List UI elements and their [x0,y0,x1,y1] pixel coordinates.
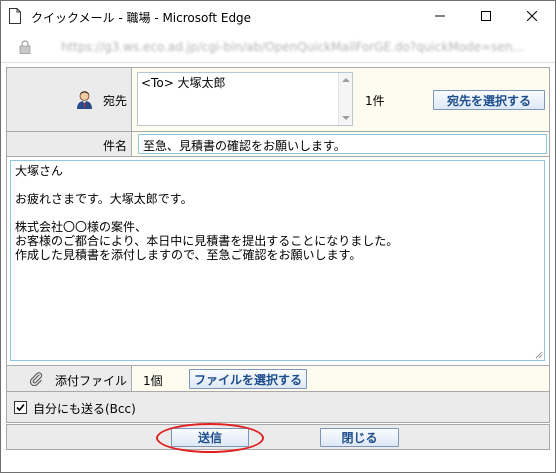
address-bar[interactable]: https://g3.ws.eco.ad.jp/cgi-bin/ab/OpenQ… [1,31,555,63]
footer-bar: 送信 閉じる [6,424,550,450]
url-text[interactable]: https://g3.ws.eco.ad.jp/cgi-bin/ab/OpenQ… [61,40,541,54]
select-file-button[interactable]: ファイルを選択する [189,369,307,389]
message-body-line: 大塚さん [15,164,64,178]
title-bar: クイックメール - 職場 - Microsoft Edge [1,1,555,31]
quick-mail-form: 宛先 <To> 大塚太郎 1件 宛先を選択する 件名 至急、見積書の確認をお願い… [6,67,550,423]
subject-label-cell: 件名 [7,132,132,156]
minimize-button[interactable] [417,1,463,31]
bcc-checkbox[interactable] [14,401,27,414]
window-title: クイックメール - 職場 - Microsoft Edge [31,11,252,25]
message-body[interactable]: 大塚さんお疲れさまです。大塚太郎です。 株式会社〇〇様の案件、 お客様のご都合により… [10,160,545,361]
to-value-cell: <To> 大塚太郎 1件 宛先を選択する [133,68,549,131]
message-body-line: お疲れさまです。大塚太郎です。 [15,192,193,206]
recipient-list[interactable]: <To> 大塚太郎 [137,72,353,126]
close-button[interactable]: 閉じる [320,428,399,447]
recipient-item[interactable]: <To> 大塚太郎 [141,74,226,91]
bcc-row: 自分にも送る(Bcc) [7,392,549,422]
recipient-scrollbar[interactable] [338,73,352,125]
maximize-button[interactable] [463,1,509,31]
close-window-button[interactable] [509,1,555,31]
attach-label: 添付ファイル [54,374,127,388]
subject-label: 件名 [102,139,127,153]
page-icon [9,8,21,24]
to-label: 宛先 [102,94,127,108]
message-body-line: 作成した見積書を添付しますので、至急ご確認をお願いします。 [15,248,362,262]
attach-value-cell: 1個 ファイルを選択する [133,366,549,391]
resize-grip-icon[interactable] [534,350,543,359]
message-body-text: 大塚さんお疲れさまです。大塚太郎です。 株式会社〇〇様の案件、 お客様のご都合により… [15,164,540,262]
to-label-cell: 宛先 [7,68,132,131]
message-body-line: 株式会社〇〇様の案件、 [15,220,148,234]
select-recipient-button[interactable]: 宛先を選択する [433,90,545,110]
scroll-up-icon[interactable] [342,78,350,82]
recipient-count: 1件 [365,94,385,108]
subject-value-cell: 至急、見積書の確認をお願いします。 [133,132,549,156]
message-body-line [15,206,540,220]
message-body-line: お客様のご都合により、本日中に見積書を提出することになりました。 [15,234,399,248]
attachment-row: 添付ファイル 1個 ファイルを選択する [7,365,549,392]
send-highlight-circle [156,423,264,453]
close-icon [527,11,537,21]
bcc-label[interactable]: 自分にも送る(Bcc) [33,400,136,417]
maximize-icon [481,11,491,21]
minimize-icon [435,15,445,17]
person-icon [77,91,92,109]
message-body-line [15,178,540,192]
subject-input[interactable]: 至急、見積書の確認をお願いします。 [138,134,547,154]
lock-icon [19,40,31,54]
attachment-count: 1個 [143,374,163,388]
subject-row: 件名 至急、見積書の確認をお願いします。 [7,132,549,157]
attach-label-cell: 添付ファイル [7,366,132,391]
paperclip-icon [29,372,43,386]
checkmark-icon [16,403,25,412]
to-row: 宛先 <To> 大塚太郎 1件 宛先を選択する [7,68,549,132]
scroll-down-icon[interactable] [342,116,350,120]
